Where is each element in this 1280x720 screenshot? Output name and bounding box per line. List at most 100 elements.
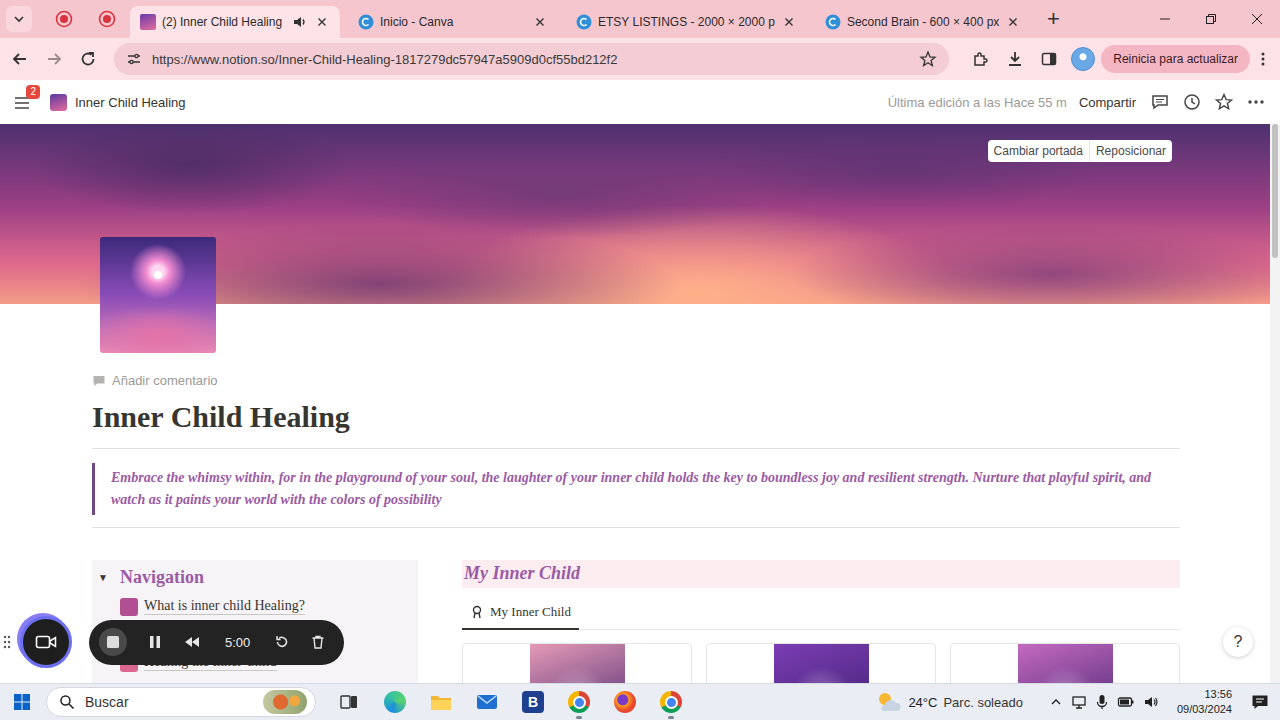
page-body: Añadir comentario Inner Child Healing Embr… [0,237,1270,683]
page-link-icon [120,598,138,616]
tab-label: Inicio - Canva [380,15,526,29]
taskbar-app[interactable] [420,684,462,720]
forward-button[interactable] [38,43,70,75]
url-text: https://www.notion.so/Inner-Child-Healin… [152,52,909,67]
share-button[interactable]: Compartir [1079,95,1136,110]
gallery-cards [462,643,1180,684]
start-button[interactable] [10,687,34,717]
history-clock-icon[interactable] [1182,92,1202,112]
stop-button[interactable] [99,628,127,656]
weather-widget[interactable]: 24°CParc. soleado [876,691,1023,713]
profile-button[interactable] [1067,43,1099,75]
new-tab-button[interactable]: + [1039,5,1067,33]
comment-icon[interactable] [1150,92,1170,112]
browser-tab[interactable]: Second Brain - 600 × 400 px [815,6,1031,38]
minimize-button[interactable] [1142,0,1188,38]
help-button[interactable]: ? [1223,627,1253,657]
update-button[interactable]: Reinicia para actualizar [1101,45,1250,73]
windows-logo-icon [13,693,31,711]
taskbar-search[interactable]: Buscar [46,687,316,717]
search-icon [59,694,75,710]
clock[interactable]: 13:5609/03/2024 [1177,687,1232,717]
microphone-icon[interactable] [1095,694,1109,710]
restart-icon[interactable] [274,634,290,650]
address-bar[interactable]: https://www.notion.so/Inner-Child-Healin… [114,43,949,75]
close-tab-icon[interactable] [1005,14,1021,30]
page-title[interactable]: Inner Child Healing [92,398,1180,436]
breadcrumb[interactable]: Inner Child Healing [75,95,186,110]
last-edited-text: Última edición a las Hace 55 m [888,95,1067,110]
view-tab[interactable]: My Inner Child [462,596,579,630]
cover-button[interactable]: Cambiar portada [988,140,1089,162]
card-image [774,644,869,684]
notification-center-button[interactable] [1248,694,1272,710]
drag-handle-icon[interactable] [3,635,11,649]
downloads-button[interactable] [999,43,1031,75]
quote-block[interactable]: Embrace the whimsy within, for in the pl… [92,463,1180,515]
volume-icon[interactable] [1143,694,1159,710]
taskbar-app[interactable]: B [512,684,554,720]
extensions-button[interactable] [965,43,997,75]
restore-button[interactable] [1188,0,1234,38]
side-panel-button[interactable] [1033,43,1065,75]
page-icon-image[interactable] [100,237,216,353]
page-content: Cambiar portadaReposicionar Añadir coment… [0,124,1270,683]
trash-icon[interactable] [310,634,326,650]
taskbar: Buscar B 24°CParc. soleado 13:5609/03/2024 [0,683,1280,720]
close-tab-icon[interactable] [781,14,797,30]
taskbar-app[interactable] [328,684,370,720]
close-window-button[interactable] [1234,0,1280,38]
gallery-card[interactable] [950,643,1180,684]
rewind-icon[interactable] [183,634,201,650]
cover-button[interactable]: Reposicionar [1089,140,1172,162]
navigation-link[interactable]: What is inner child Healing? [92,594,418,620]
scrollbar[interactable] [1270,124,1280,683]
pinned-tab[interactable] [44,3,84,35]
gallery-card[interactable] [706,643,936,684]
chevron-up-icon[interactable] [1049,695,1063,709]
chrome-icon [660,691,682,713]
taskbar-app[interactable] [558,684,600,720]
browser-tab[interactable]: (2) Inner Child Healing [130,6,340,38]
reload-button[interactable] [72,43,104,75]
taskbar-app[interactable] [374,684,416,720]
pinned-tab[interactable] [87,3,127,35]
close-tab-icon[interactable] [532,14,548,30]
add-comment-button[interactable]: Añadir comentario [92,373,1180,388]
speaker-icon[interactable] [292,14,308,30]
browser-tab[interactable]: Inicio - Canva [348,6,558,38]
gallery-view-icon [470,605,484,619]
navigation-header[interactable]: ▼Navigation [92,564,418,592]
webcam-toggle-button[interactable] [20,616,72,668]
site-settings-icon[interactable] [126,51,142,67]
firefox-icon [614,691,636,713]
more-icon[interactable] [1246,92,1266,112]
browser-tab[interactable]: ETSY LISTINGS - 2000 × 2000 p [566,6,807,38]
tab-search-button[interactable] [6,6,32,32]
taskbar-app[interactable] [466,684,508,720]
bookmark-star-icon[interactable] [919,50,937,68]
scrollbar-thumb[interactable] [1272,124,1278,258]
mail-icon [476,693,498,711]
screen-recorder-overlay: 5:00 [3,616,344,668]
taskbar-app[interactable] [604,684,646,720]
toggle-arrow[interactable]: ▼ [98,572,112,583]
notion-app: 2 Inner Child Healing Última edición a las… [0,80,1280,683]
sidebar-toggle-button[interactable]: 2 [14,94,32,110]
display-icon[interactable] [1071,694,1087,710]
back-button[interactable] [4,43,36,75]
profile-avatar-icon [1071,47,1095,71]
battery-icon[interactable] [1117,695,1135,709]
notification-badge: 2 [26,85,40,99]
close-tab-icon[interactable] [314,14,330,30]
taskbar-app[interactable] [650,684,692,720]
pause-icon[interactable] [147,634,163,650]
favorite-star-icon[interactable] [1214,92,1234,112]
puzzle-icon [972,50,990,68]
page-favicon-icon [140,14,156,30]
system-tray [1049,694,1159,710]
browser-menu-button[interactable] [1252,43,1274,75]
gallery-card[interactable] [462,643,692,684]
comment-icon [92,374,106,388]
gallery-title[interactable]: My Inner Child [462,560,1180,588]
